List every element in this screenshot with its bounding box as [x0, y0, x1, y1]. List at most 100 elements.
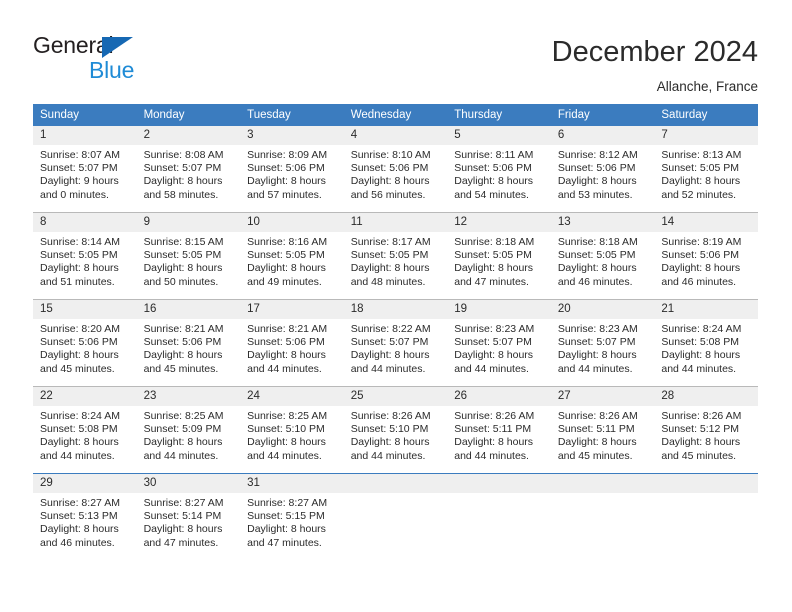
sunset-text: Sunset: 5:05 PM — [350, 249, 429, 262]
daylight-text-line2: and 44 minutes. — [247, 449, 322, 462]
calendar-day-cell[interactable]: 20 Sunrise: 8:23 AM Sunset: 5:07 PM Dayligh… — [550, 299, 655, 387]
weekday-header-monday: Monday — [136, 104, 241, 126]
daylight-text-line1: Daylight: 8 hours — [557, 349, 637, 362]
daylight-text-line2: and 56 minutes. — [350, 188, 426, 201]
calendar-day-cell[interactable]: 31 Sunrise: 8:27 AM Sunset: 5:15 PM Dayligh… — [240, 473, 344, 560]
daylight-text-line2: and 44 minutes. — [40, 449, 115, 462]
calendar-day-cell[interactable]: 26 Sunrise: 8:26 AM Sunset: 5:11 PM Dayligh… — [447, 386, 551, 474]
calendar-day-cell[interactable]: 29 Sunrise: 8:27 AM Sunset: 5:13 PM Dayligh… — [33, 473, 137, 560]
calendar-day-cell[interactable]: 6 Sunrise: 8:12 AM Sunset: 5:06 PM Daylight… — [550, 126, 655, 213]
daylight-text-line1: Daylight: 8 hours — [247, 436, 326, 449]
sunset-text: Sunset: 5:07 PM — [143, 162, 222, 175]
sunset-text: Sunset: 5:09 PM — [143, 423, 222, 436]
calendar-day-cell[interactable]: 5 Sunrise: 8:11 AM Sunset: 5:06 PM Daylight… — [447, 126, 551, 213]
calendar-day-cell[interactable]: 15 Sunrise: 8:20 AM Sunset: 5:06 PM Dayligh… — [33, 299, 137, 387]
sunrise-text: Sunrise: 8:19 AM — [661, 236, 742, 248]
logo-triangle-icon — [102, 37, 133, 58]
daylight-text-line1: Daylight: 8 hours — [454, 436, 534, 449]
calendar-week-row: 29 Sunrise: 8:27 AM Sunset: 5:13 PM Dayligh… — [33, 473, 758, 560]
sunset-text: Sunset: 5:06 PM — [247, 336, 325, 349]
daylight-text-line1: Daylight: 8 hours — [247, 349, 326, 362]
sunset-text: Sunset: 5:10 PM — [247, 423, 325, 436]
calendar-day-cell[interactable]: 7 Sunrise: 8:13 AM Sunset: 5:05 PM Daylight… — [654, 126, 758, 213]
calendar-day-cell[interactable]: 17 Sunrise: 8:21 AM Sunset: 5:06 PM Dayligh… — [240, 299, 344, 387]
sunset-text: Sunset: 5:06 PM — [557, 162, 636, 175]
sunrise-text: Sunrise: 8:20 AM — [40, 323, 120, 335]
sunrise-text: Sunrise: 8:26 AM — [350, 410, 431, 422]
daylight-text-line2: and 58 minutes. — [143, 188, 219, 201]
page-title: December 2024 — [551, 36, 758, 68]
day-details: Sunrise: 8:21 AM Sunset: 5:06 PM Daylight:… — [240, 319, 344, 376]
daylight-text-line1: Daylight: 8 hours — [40, 349, 119, 362]
day-details: Sunrise: 8:18 AM Sunset: 5:05 PM Daylight:… — [551, 232, 655, 289]
sunset-text: Sunset: 5:07 PM — [454, 336, 532, 349]
day-number — [550, 474, 655, 493]
daylight-text-line2: and 44 minutes. — [557, 362, 633, 375]
calendar-day-cell[interactable]: 9 Sunrise: 8:15 AM Sunset: 5:05 PM Daylight… — [136, 212, 241, 300]
sunrise-text: Sunrise: 8:09 AM — [247, 149, 328, 161]
day-details: Sunrise: 8:09 AM Sunset: 5:06 PM Daylight:… — [240, 145, 344, 202]
daylight-text-line2: and 49 minutes. — [247, 275, 322, 288]
daylight-text-line1: Daylight: 8 hours — [661, 436, 741, 449]
daylight-text-line1: Daylight: 8 hours — [143, 523, 223, 536]
daylight-text-line1: Daylight: 8 hours — [143, 262, 223, 275]
daylight-text-line1: Daylight: 8 hours — [247, 523, 326, 536]
sunrise-text: Sunrise: 8:22 AM — [350, 323, 431, 335]
day-details: Sunrise: 8:22 AM Sunset: 5:07 PM Daylight:… — [344, 319, 448, 376]
day-details: Sunrise: 8:20 AM Sunset: 5:06 PM Daylight:… — [33, 319, 137, 376]
day-number: 4 — [343, 126, 448, 145]
sunset-text: Sunset: 5:12 PM — [661, 423, 740, 436]
sunset-text: Sunset: 5:11 PM — [454, 423, 532, 436]
calendar-day-cell[interactable]: 4 Sunrise: 8:10 AM Sunset: 5:06 PM Daylight… — [343, 126, 448, 213]
calendar-day-cell[interactable]: 22 Sunrise: 8:24 AM Sunset: 5:08 PM Dayligh… — [33, 386, 137, 474]
calendar-day-cell[interactable]: 18 Sunrise: 8:22 AM Sunset: 5:07 PM Dayligh… — [343, 299, 448, 387]
day-details: Sunrise: 8:27 AM Sunset: 5:13 PM Daylight:… — [33, 493, 137, 550]
calendar-week-row: 15 Sunrise: 8:20 AM Sunset: 5:06 PM Dayligh… — [33, 299, 758, 387]
daylight-text-line1: Daylight: 9 hours — [40, 175, 119, 188]
calendar-day-cell[interactable]: 25 Sunrise: 8:26 AM Sunset: 5:10 PM Dayligh… — [343, 386, 448, 474]
calendar-day-cell[interactable]: 1 Sunrise: 8:07 AM Sunset: 5:07 PM Daylight… — [33, 126, 137, 213]
day-number: 17 — [240, 300, 344, 319]
calendar-day-cell[interactable]: 12 Sunrise: 8:18 AM Sunset: 5:05 PM Dayligh… — [447, 212, 551, 300]
daylight-text-line2: and 45 minutes. — [143, 362, 219, 375]
calendar-day-cell[interactable]: 8 Sunrise: 8:14 AM Sunset: 5:05 PM Daylight… — [33, 212, 137, 300]
day-number: 24 — [240, 387, 344, 406]
sunrise-text: Sunrise: 8:14 AM — [40, 236, 120, 248]
calendar-day-cell[interactable]: 30 Sunrise: 8:27 AM Sunset: 5:14 PM Dayligh… — [136, 473, 241, 560]
calendar-day-cell[interactable]: 3 Sunrise: 8:09 AM Sunset: 5:06 PM Daylight… — [240, 126, 344, 213]
daylight-text-line1: Daylight: 8 hours — [454, 349, 534, 362]
daylight-text-line2: and 45 minutes. — [40, 362, 115, 375]
logo-text-blue: Blue — [89, 57, 135, 83]
daylight-text-line1: Daylight: 8 hours — [40, 262, 119, 275]
calendar-day-cell[interactable]: 24 Sunrise: 8:25 AM Sunset: 5:10 PM Dayligh… — [240, 386, 344, 474]
calendar-day-cell[interactable]: 21 Sunrise: 8:24 AM Sunset: 5:08 PM Dayligh… — [654, 299, 758, 387]
calendar-day-cell[interactable]: 14 Sunrise: 8:19 AM Sunset: 5:06 PM Dayligh… — [654, 212, 758, 300]
page-header: General Blue December 2024 Allanche, Fra… — [0, 0, 792, 104]
calendar-day-cell[interactable]: 16 Sunrise: 8:21 AM Sunset: 5:06 PM Dayligh… — [136, 299, 241, 387]
calendar-day-cell[interactable]: 13 Sunrise: 8:18 AM Sunset: 5:05 PM Dayligh… — [550, 212, 655, 300]
sunset-text: Sunset: 5:05 PM — [247, 249, 325, 262]
day-number: 30 — [136, 474, 241, 493]
calendar-day-cell[interactable]: 10 Sunrise: 8:16 AM Sunset: 5:05 PM Dayligh… — [240, 212, 344, 300]
calendar-day-cell[interactable]: 11 Sunrise: 8:17 AM Sunset: 5:05 PM Dayligh… — [343, 212, 448, 300]
sunrise-text: Sunrise: 8:15 AM — [143, 236, 224, 248]
calendar-day-cell[interactable]: 19 Sunrise: 8:23 AM Sunset: 5:07 PM Dayligh… — [447, 299, 551, 387]
calendar-day-cell[interactable]: 23 Sunrise: 8:25 AM Sunset: 5:09 PM Dayligh… — [136, 386, 241, 474]
sunrise-text: Sunrise: 8:08 AM — [143, 149, 224, 161]
day-details: Sunrise: 8:26 AM Sunset: 5:11 PM Daylight:… — [447, 406, 551, 463]
daylight-text-line1: Daylight: 8 hours — [40, 436, 119, 449]
day-details: Sunrise: 8:25 AM Sunset: 5:10 PM Daylight:… — [240, 406, 344, 463]
calendar-day-cell[interactable]: 2 Sunrise: 8:08 AM Sunset: 5:07 PM Daylight… — [136, 126, 241, 213]
calendar-day-cell[interactable]: 27 Sunrise: 8:26 AM Sunset: 5:11 PM Dayligh… — [550, 386, 655, 474]
calendar-day-cell[interactable]: 28 Sunrise: 8:26 AM Sunset: 5:12 PM Dayligh… — [654, 386, 758, 474]
daylight-text-line2: and 52 minutes. — [661, 188, 737, 201]
weekday-header-friday: Friday — [550, 104, 655, 126]
sunset-text: Sunset: 5:05 PM — [557, 249, 636, 262]
daylight-text-line2: and 47 minutes. — [143, 536, 219, 549]
sunset-text: Sunset: 5:10 PM — [350, 423, 429, 436]
weekday-header-sunday: Sunday — [33, 104, 137, 126]
calendar-page: General Blue December 2024 Allanche, Fra… — [0, 0, 792, 612]
sunrise-text: Sunrise: 8:27 AM — [40, 497, 120, 509]
sunrise-text: Sunrise: 8:26 AM — [557, 410, 638, 422]
daylight-text-line2: and 44 minutes. — [661, 362, 737, 375]
